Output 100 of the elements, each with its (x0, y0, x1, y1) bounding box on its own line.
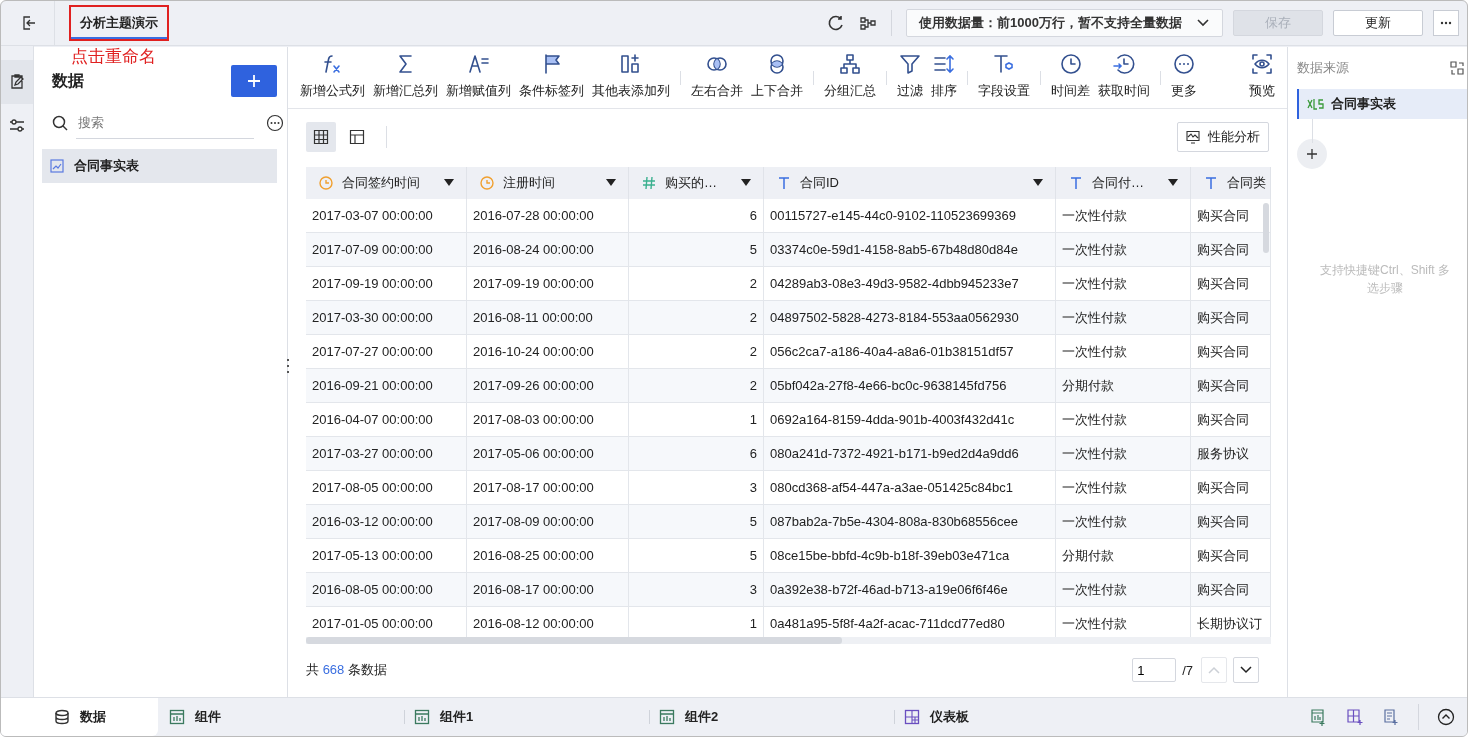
toolbar-button[interactable]: 新增赋值列 (444, 51, 513, 100)
toolbar-button[interactable]: 过滤 (895, 51, 925, 100)
text-type-icon (1203, 175, 1219, 191)
data-source-item[interactable]: 合同事实表 (1297, 89, 1467, 119)
layout-icon (349, 129, 365, 145)
preview-icon (1250, 51, 1274, 76)
table-cell: 6 (629, 437, 764, 471)
toolbar-button[interactable]: 新增公式列 (298, 51, 367, 100)
table-cell: 一次性付款 (1056, 505, 1191, 539)
toolbar-button[interactable]: 其他表添加列 (590, 51, 672, 100)
toolbar-button[interactable]: 字段设置 (976, 51, 1032, 100)
toolbar-button[interactable]: 预览 (1247, 51, 1277, 100)
clock-arrow-icon (1112, 51, 1136, 76)
table-cell: 5 (629, 233, 764, 267)
performance-button[interactable]: 性能分析 (1177, 122, 1269, 152)
dropdown-icon[interactable] (1168, 179, 1178, 187)
scrollbar-thumb[interactable] (1263, 203, 1269, 253)
add-component-icon[interactable] (1310, 708, 1328, 726)
scrollbar-thumb[interactable] (306, 637, 842, 644)
collapse-icon[interactable] (1437, 708, 1455, 726)
table-cell: 一次性付款 (1056, 437, 1191, 471)
table-cell: 2017-09-26 00:00:00 (467, 369, 629, 403)
table-cell: 购买合同 (1191, 573, 1271, 607)
search-icon (52, 115, 68, 131)
refresh-icon[interactable] (827, 14, 846, 32)
table-cell: 2 (629, 301, 764, 335)
more-icon (1172, 51, 1196, 76)
toolbar-button[interactable]: 上下合并 (749, 51, 805, 100)
column-header[interactable]: 合同ID (764, 167, 1056, 199)
column-header[interactable]: 合同签约时间 (306, 167, 467, 199)
dropdown-icon[interactable] (606, 179, 616, 187)
data-limit-dropdown[interactable]: 使用数据量：前1000万行，暂不支持全量数据 (906, 9, 1223, 37)
table-cell: 2017-08-09 00:00:00 (467, 505, 629, 539)
add-dashboard-icon[interactable] (1346, 708, 1364, 726)
toolbar-button[interactable]: 更多 (1169, 51, 1199, 100)
table-cell: 0a392e38-b72f-46ad-b713-a19e06f6f46e (764, 573, 1056, 607)
sheet-tab[interactable]: 组件1 (403, 698, 648, 736)
database-icon (54, 709, 70, 725)
toolbar-button[interactable]: 排序 (929, 51, 959, 100)
table-cell: 2016-08-24 00:00:00 (467, 233, 629, 267)
add-step-button[interactable] (1297, 139, 1327, 169)
monitor-chart-icon (1186, 130, 1200, 144)
edit-tab[interactable] (1, 60, 33, 104)
table-cell: 2016-08-17 00:00:00 (467, 573, 629, 607)
sheet-tab[interactable]: 数据 (1, 698, 158, 736)
dropdown-icon[interactable] (1033, 179, 1043, 187)
table-cell: 5 (629, 505, 764, 539)
clock-icon (1058, 51, 1083, 76)
column-header[interactable]: 合同类 (1191, 167, 1271, 199)
toolbar-button[interactable]: 时间差 (1049, 51, 1092, 100)
spreadsheet-icon (1307, 98, 1325, 110)
table-cell: 购买合同 (1191, 301, 1271, 335)
add-report-icon[interactable] (1382, 708, 1400, 726)
toolbar-button[interactable]: 分组汇总 (822, 51, 878, 100)
clock-icon (318, 175, 334, 191)
lineage-icon[interactable] (859, 14, 878, 32)
plus-icon (1306, 148, 1318, 160)
sheet-tab[interactable]: 仪表板 (893, 698, 1133, 736)
table-cell: 2017-03-30 00:00:00 (306, 301, 467, 335)
update-button[interactable]: 更新 (1333, 10, 1423, 36)
table-cell: 2017-07-09 00:00:00 (306, 233, 467, 267)
table-list-item[interactable]: 合同事实表 (42, 149, 277, 183)
table-cell: 服务协议 (1191, 437, 1271, 471)
plus-icon (247, 74, 261, 88)
clipboard-edit-icon (8, 73, 26, 91)
dropdown-icon[interactable] (741, 179, 751, 187)
sheet-tab[interactable]: 组件 (158, 698, 403, 736)
toolbar-button[interactable]: 条件标签列 (517, 51, 586, 100)
page-field[interactable]: 1 (1132, 658, 1177, 682)
chart-icon (169, 709, 185, 725)
next-page-button[interactable] (1233, 657, 1259, 683)
table-cell: 一次性付款 (1056, 301, 1191, 335)
column-header[interactable]: 注册时间 (467, 167, 629, 199)
search-field[interactable]: 搜索 (76, 107, 254, 139)
column-header[interactable]: 合同付… (1056, 167, 1191, 199)
sheet-tab[interactable]: 组件2 (648, 698, 893, 736)
table-cell: 分期付款 (1056, 369, 1191, 403)
table-cell: 05bf042a-27f8-4e66-bc0c-9638145fd756 (764, 369, 1056, 403)
toolbar-button[interactable]: 新增汇总列 (371, 51, 440, 100)
page-title[interactable]: 分析主题演示 (69, 5, 169, 41)
options-icon[interactable] (266, 114, 284, 132)
table-cell: 2016-08-05 00:00:00 (306, 573, 467, 607)
table-cell: 03374c0e-59d1-4158-8ab5-67b48d80d84e (764, 233, 1056, 267)
table-cell: 2016-09-21 00:00:00 (306, 369, 467, 403)
switch-icon[interactable] (1449, 60, 1465, 76)
table-cell: 2017-03-27 00:00:00 (306, 437, 467, 471)
grid-view-button[interactable] (306, 122, 336, 152)
dropdown-icon[interactable] (444, 179, 454, 187)
table-cell: 3 (629, 573, 764, 607)
add-button[interactable] (231, 65, 277, 97)
table-cell: 080a241d-7372-4921-b171-b9ed2d4a9dd6 (764, 437, 1056, 471)
table-cell: 2017-05-06 00:00:00 (467, 437, 629, 471)
column-header[interactable]: 购买的… (629, 167, 764, 199)
toolbar-button[interactable]: 获取时间 (1096, 51, 1152, 100)
panel-title: 数据来源 (1297, 59, 1349, 77)
toolbar-button[interactable]: 左右合并 (689, 51, 745, 100)
hierarchy-icon (838, 51, 862, 76)
resize-handle[interactable] (286, 357, 290, 375)
sliders-icon (8, 117, 26, 135)
chart-icon (414, 709, 430, 725)
